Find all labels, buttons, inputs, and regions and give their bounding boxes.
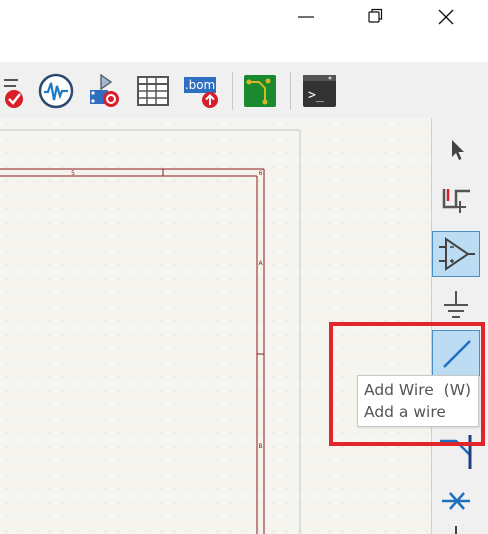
- symbol-fields-table-button[interactable]: [134, 72, 172, 110]
- add-symbol-button[interactable]: [432, 231, 480, 277]
- add-junction-button[interactable]: [432, 520, 480, 534]
- erc-button[interactable]: [0, 72, 32, 110]
- toolbar-separator: [290, 72, 291, 110]
- select-tool-button[interactable]: [432, 125, 480, 171]
- pcb-icon: [244, 75, 276, 107]
- top-toolbar: .bom >_: [0, 62, 488, 119]
- no-connect-button[interactable]: [432, 478, 480, 524]
- simulator-button[interactable]: [37, 72, 75, 110]
- close-icon: [438, 9, 454, 25]
- restore-icon: [368, 8, 383, 23]
- table-icon: [137, 76, 169, 106]
- footprint-assign-icon: [90, 73, 119, 107]
- sheet-column-label: 5: [71, 170, 75, 177]
- cursor-icon: [452, 140, 464, 160]
- bom-icon: .bom: [184, 77, 218, 108]
- highlight-net-button[interactable]: [432, 176, 480, 222]
- junction-icon: [455, 526, 457, 534]
- assign-footprints-button[interactable]: [85, 72, 123, 110]
- oscilloscope-icon: [38, 73, 74, 109]
- sheet-row-label-b: B: [258, 443, 262, 450]
- console-icon: >_: [303, 75, 336, 107]
- net-highlight-icon: [442, 189, 470, 213]
- console-label: >_: [308, 88, 324, 103]
- title-bar: [0, 0, 488, 34]
- minimize-icon: [298, 16, 314, 18]
- minimize-button[interactable]: [284, 0, 330, 34]
- erc-check-icon: [4, 79, 23, 108]
- highlight-box: [329, 322, 485, 446]
- opamp-symbol-icon: [439, 237, 475, 271]
- close-button[interactable]: [423, 0, 469, 34]
- sheet-corner-label: 6: [259, 170, 263, 177]
- maximize-button[interactable]: [352, 0, 398, 34]
- generate-bom-button[interactable]: .bom: [182, 72, 220, 110]
- menu-bar: [0, 34, 488, 63]
- toolbar-separator: [232, 72, 233, 110]
- no-connect-icon: [442, 492, 470, 510]
- open-pcb-editor-button[interactable]: [241, 72, 279, 110]
- scripting-console-button[interactable]: >_: [300, 72, 338, 110]
- ground-icon: [444, 291, 468, 318]
- bom-label: .bom: [185, 78, 215, 92]
